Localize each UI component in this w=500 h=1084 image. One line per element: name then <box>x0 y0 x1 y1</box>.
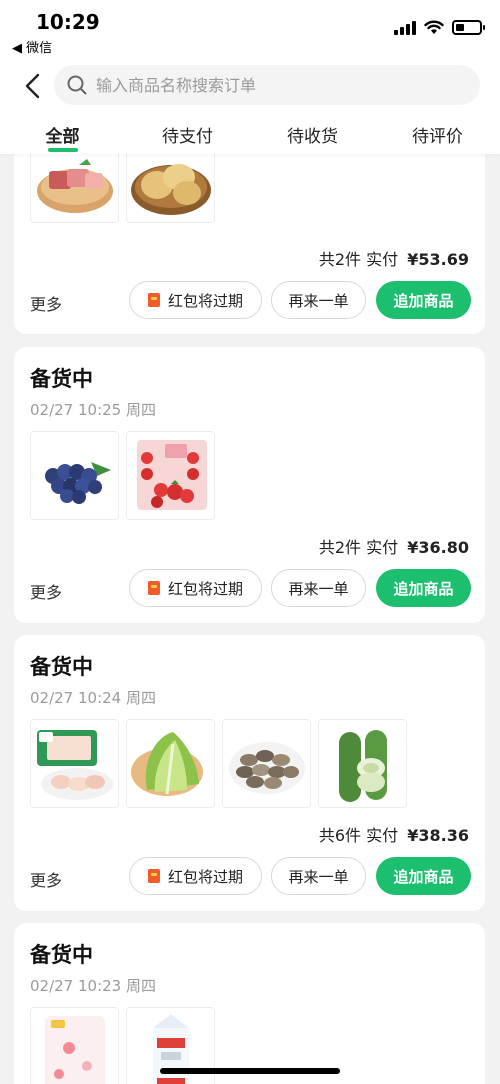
add-items-button[interactable]: 追加商品 <box>376 281 471 319</box>
tab-pending-review[interactable]: 待评价 <box>375 114 500 154</box>
product-thumb-potato[interactable] <box>126 154 215 223</box>
item-count: 共2件 <box>318 538 362 557</box>
reorder-button[interactable]: 再来一单 <box>271 281 366 319</box>
red-packet-icon <box>147 581 160 595</box>
order-card[interactable]: 共2件 实付 ¥53.69 更多 红包将过期 再来一单 追加商品 <box>14 154 485 334</box>
order-time: 02/27 10:25 周四 <box>30 401 156 419</box>
order-list[interactable]: 共2件 实付 ¥53.69 更多 红包将过期 再来一单 追加商品 备货中 02/… <box>0 154 500 1084</box>
button-label: 红包将过期 <box>167 867 243 886</box>
search-input[interactable] <box>96 75 456 95</box>
product-thumb-meat[interactable] <box>30 154 119 223</box>
order-card[interactable]: 备货中 02/27 10:23 周四 <box>14 923 485 1084</box>
status-bar: 10:29 ◀ 微信 <box>0 0 500 58</box>
more-link[interactable]: 更多 <box>30 867 62 891</box>
tab-label: 待支付 <box>162 127 213 147</box>
back-to-app-link[interactable]: ◀ 微信 <box>12 37 52 56</box>
status-time: 10:29 <box>36 10 100 34</box>
order-card[interactable]: 备货中 02/27 10:25 周四 共2件 实付 ¥36.80 更多 红包将过… <box>14 347 485 623</box>
product-thumb-wipes[interactable] <box>30 1007 119 1084</box>
paid-label: 实付 <box>366 250 399 269</box>
paid-label: 实付 <box>366 538 399 557</box>
order-items <box>30 431 215 520</box>
tab-pending-delivery[interactable]: 待收货 <box>250 114 375 154</box>
tab-label: 待评价 <box>412 127 463 147</box>
paid-amount: ¥38.36 <box>407 826 469 845</box>
order-status: 备货中 <box>30 367 93 391</box>
button-label: 红包将过期 <box>167 579 243 598</box>
signal-icon <box>394 20 416 35</box>
tab-all[interactable]: 全部 <box>0 114 125 154</box>
order-summary: 共2件 实付 ¥36.80 <box>319 534 469 558</box>
paid-amount: ¥53.69 <box>407 250 469 269</box>
red-packet-icon <box>147 293 160 307</box>
order-items <box>30 154 215 223</box>
product-thumb-chicken[interactable] <box>30 719 119 808</box>
active-tab-indicator <box>47 148 78 152</box>
order-status: 备货中 <box>30 943 93 967</box>
red-packet-expiring-button[interactable]: 红包将过期 <box>129 281 262 319</box>
product-thumb-strawberry[interactable] <box>126 431 215 520</box>
tab-pending-payment[interactable]: 待支付 <box>125 114 250 154</box>
order-status: 备货中 <box>30 655 93 679</box>
status-icons <box>394 20 485 35</box>
red-packet-expiring-button[interactable]: 红包将过期 <box>129 857 262 895</box>
order-summary: 共2件 实付 ¥53.69 <box>319 246 469 270</box>
product-thumb-clams[interactable] <box>222 719 311 808</box>
paid-amount: ¥36.80 <box>407 538 469 557</box>
product-thumb-loofah[interactable] <box>318 719 407 808</box>
search-icon <box>67 75 87 95</box>
red-packet-expiring-button[interactable]: 红包将过期 <box>129 569 262 607</box>
paid-label: 实付 <box>366 826 399 845</box>
item-count: 共2件 <box>318 250 362 269</box>
back-arrow-icon[interactable] <box>22 72 46 100</box>
home-indicator <box>160 1068 340 1074</box>
tab-label: 待收货 <box>287 127 338 147</box>
battery-icon <box>452 20 485 35</box>
button-label: 红包将过期 <box>167 291 243 310</box>
order-items <box>30 719 407 808</box>
wifi-icon <box>424 20 444 34</box>
order-tabs: 全部 待支付 待收货 待评价 <box>0 114 500 154</box>
order-time: 02/27 10:23 周四 <box>30 977 156 995</box>
more-link[interactable]: 更多 <box>30 291 62 315</box>
order-summary: 共6件 实付 ¥38.36 <box>319 822 469 846</box>
add-items-button[interactable]: 追加商品 <box>376 569 471 607</box>
reorder-button[interactable]: 再来一单 <box>271 857 366 895</box>
more-link[interactable]: 更多 <box>30 579 62 603</box>
search-header <box>0 58 500 114</box>
add-items-button[interactable]: 追加商品 <box>376 857 471 895</box>
product-thumb-blueberry[interactable] <box>30 431 119 520</box>
product-thumb-lettuce[interactable] <box>126 719 215 808</box>
order-card[interactable]: 备货中 02/27 10:24 周四 共6件 实付 ¥38.36 更多 红包将过… <box>14 635 485 911</box>
red-packet-icon <box>147 869 160 883</box>
item-count: 共6件 <box>318 826 362 845</box>
tab-label: 全部 <box>45 127 80 147</box>
reorder-button[interactable]: 再来一单 <box>271 569 366 607</box>
search-bar[interactable] <box>54 65 480 105</box>
order-time: 02/27 10:24 周四 <box>30 689 156 707</box>
